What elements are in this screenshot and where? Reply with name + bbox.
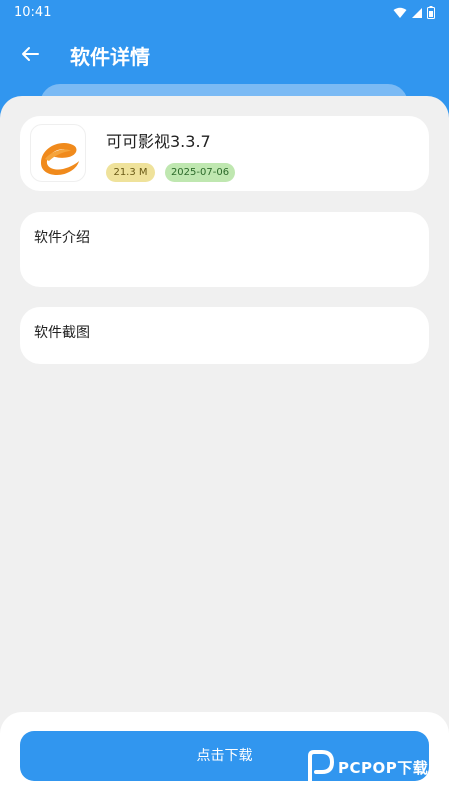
page-title: 软件详情 <box>70 45 150 69</box>
status-time: 10:41 <box>14 5 52 20</box>
app-info-card: 可可影视3.3.7 21.3 M 2025-07-06 <box>20 116 429 191</box>
status-bar: 10:41 <box>0 0 449 26</box>
signal-icon <box>412 7 422 18</box>
back-button[interactable] <box>18 42 42 66</box>
screenshots-label: 软件截图 <box>34 325 90 341</box>
watermark-text: PCPOP下载 <box>338 759 429 777</box>
wifi-icon <box>393 7 407 18</box>
app-logo-icon <box>30 124 86 182</box>
intro-card: 软件介绍 <box>20 212 429 287</box>
app-bar: 软件详情 <box>0 26 449 82</box>
watermark: PCPOP下载 <box>304 748 444 788</box>
status-icons <box>393 6 435 19</box>
date-badge: 2025-07-06 <box>165 163 235 182</box>
screenshots-card: 软件截图 <box>20 307 429 364</box>
content-sheet <box>0 96 449 800</box>
battery-icon <box>427 6 435 19</box>
intro-label: 软件介绍 <box>34 230 90 246</box>
size-badge: 21.3 M <box>106 163 155 182</box>
app-name: 可可影视3.3.7 <box>106 132 211 151</box>
arrow-left-icon <box>22 47 39 61</box>
watermark-logo-icon <box>308 750 334 784</box>
